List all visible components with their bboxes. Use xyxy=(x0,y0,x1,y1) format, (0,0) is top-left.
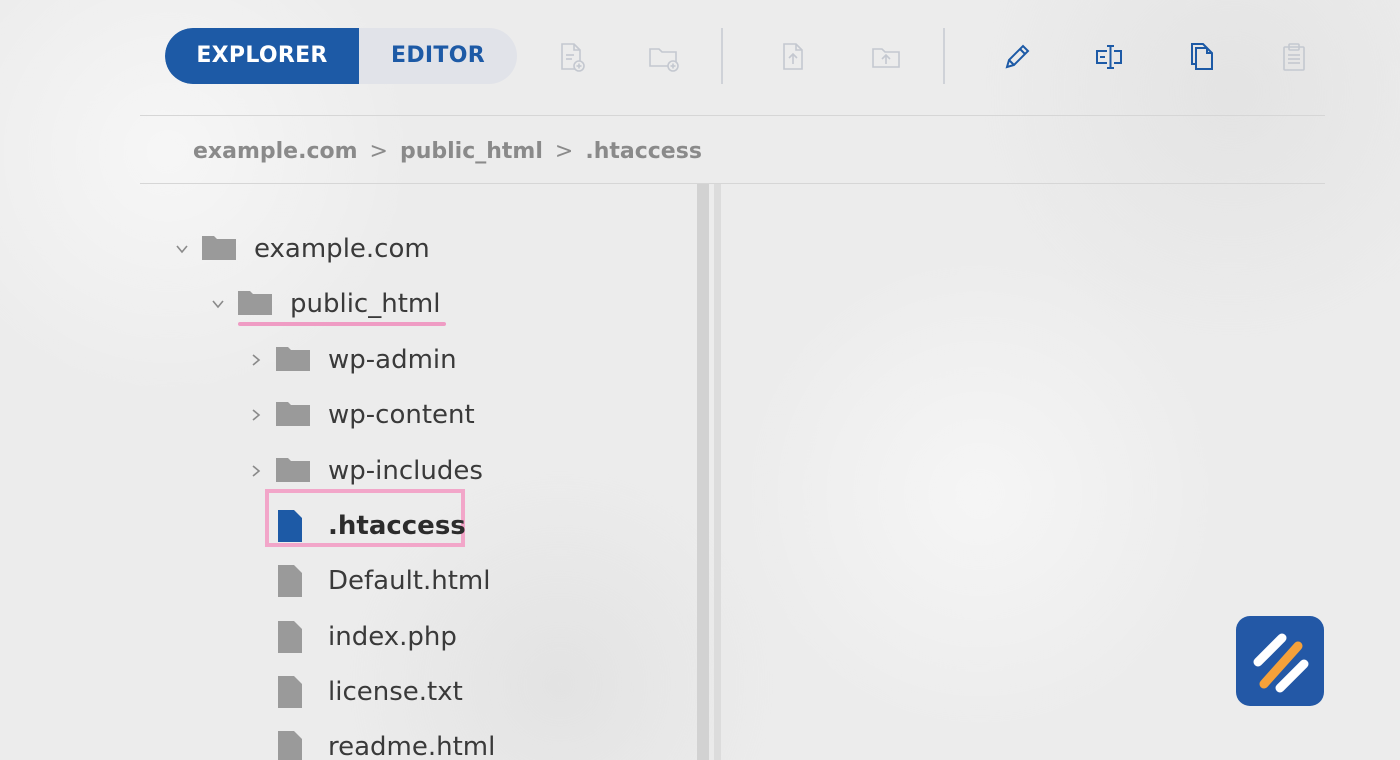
folder-icon xyxy=(238,288,276,320)
breadcrumb-item[interactable]: public_html xyxy=(400,139,543,164)
tree-file-readme-html[interactable]: readme.html xyxy=(276,727,495,760)
tree-file-htaccess[interactable]: .htaccess xyxy=(276,506,466,546)
tree-folder-wp-admin[interactable]: wp-admin xyxy=(246,340,457,380)
tree-label: readme.html xyxy=(328,732,496,760)
tree-label: wp-content xyxy=(328,400,475,430)
toolbar: EXPLORER EDITOR xyxy=(165,28,1325,84)
toolbar-divider-line xyxy=(140,115,1325,116)
pane-splitter[interactable] xyxy=(697,184,709,760)
breadcrumb-separator: > xyxy=(369,138,388,164)
view-tabs: EXPLORER EDITOR xyxy=(165,28,517,84)
chevron-down-icon[interactable] xyxy=(208,294,228,314)
breadcrumb-item[interactable]: .htaccess xyxy=(585,139,702,164)
tree-file-license-txt[interactable]: license.txt xyxy=(276,672,463,712)
rename-icon[interactable] xyxy=(1000,40,1034,74)
tree-file-index-php[interactable]: index.php xyxy=(276,617,457,657)
file-icon xyxy=(276,731,314,760)
new-folder-icon[interactable] xyxy=(647,40,681,74)
tree-label: Default.html xyxy=(328,566,491,596)
tree-file-default-html[interactable]: Default.html xyxy=(276,561,491,601)
folder-icon xyxy=(202,233,240,265)
file-icon xyxy=(276,621,314,653)
chevron-right-icon[interactable] xyxy=(246,350,266,370)
rename-field-icon[interactable] xyxy=(1092,40,1126,74)
breadcrumb-separator: > xyxy=(554,138,574,164)
file-icon xyxy=(276,510,314,542)
upload-file-icon[interactable] xyxy=(777,40,811,74)
toolbar-separator xyxy=(943,28,945,84)
tree-folder-public-html[interactable]: public_html xyxy=(208,284,440,324)
tree-folder-wp-content[interactable]: wp-content xyxy=(246,395,475,435)
tree-label: wp-admin xyxy=(328,345,457,375)
tree-label: public_html xyxy=(290,289,441,319)
folder-icon xyxy=(276,344,314,376)
tree-label: license.txt xyxy=(328,677,463,707)
chevron-right-icon[interactable] xyxy=(246,461,266,481)
toolbar-separator xyxy=(721,28,723,84)
file-icon xyxy=(276,676,314,708)
new-file-icon[interactable] xyxy=(555,40,589,74)
tab-explorer[interactable]: EXPLORER xyxy=(165,28,359,84)
breadcrumb-item[interactable]: example.com xyxy=(193,139,358,164)
tree-label: example.com xyxy=(254,234,430,264)
tab-editor[interactable]: EDITOR xyxy=(359,28,517,84)
chevron-right-icon[interactable] xyxy=(246,405,266,425)
chevron-down-icon[interactable] xyxy=(172,239,192,259)
pane-splitter-edge xyxy=(714,184,721,760)
copy-icon[interactable] xyxy=(1185,40,1219,74)
folder-icon xyxy=(276,455,314,487)
breadcrumb-divider-line xyxy=(140,183,1325,184)
upload-folder-icon[interactable] xyxy=(870,40,904,74)
folder-icon xyxy=(276,399,314,431)
tree-folder-wp-includes[interactable]: wp-includes xyxy=(246,451,483,491)
highlight-underline xyxy=(238,322,446,326)
tree-folder-example-com[interactable]: example.com xyxy=(172,229,430,269)
tree-label: wp-includes xyxy=(328,456,483,486)
tree-label: .htaccess xyxy=(328,511,466,541)
breadcrumb: example.com > public_html > .htaccess xyxy=(193,134,702,168)
paste-icon[interactable] xyxy=(1277,40,1311,74)
brand-logo-icon xyxy=(1236,616,1324,706)
file-icon xyxy=(276,565,314,597)
tree-label: index.php xyxy=(328,622,457,652)
